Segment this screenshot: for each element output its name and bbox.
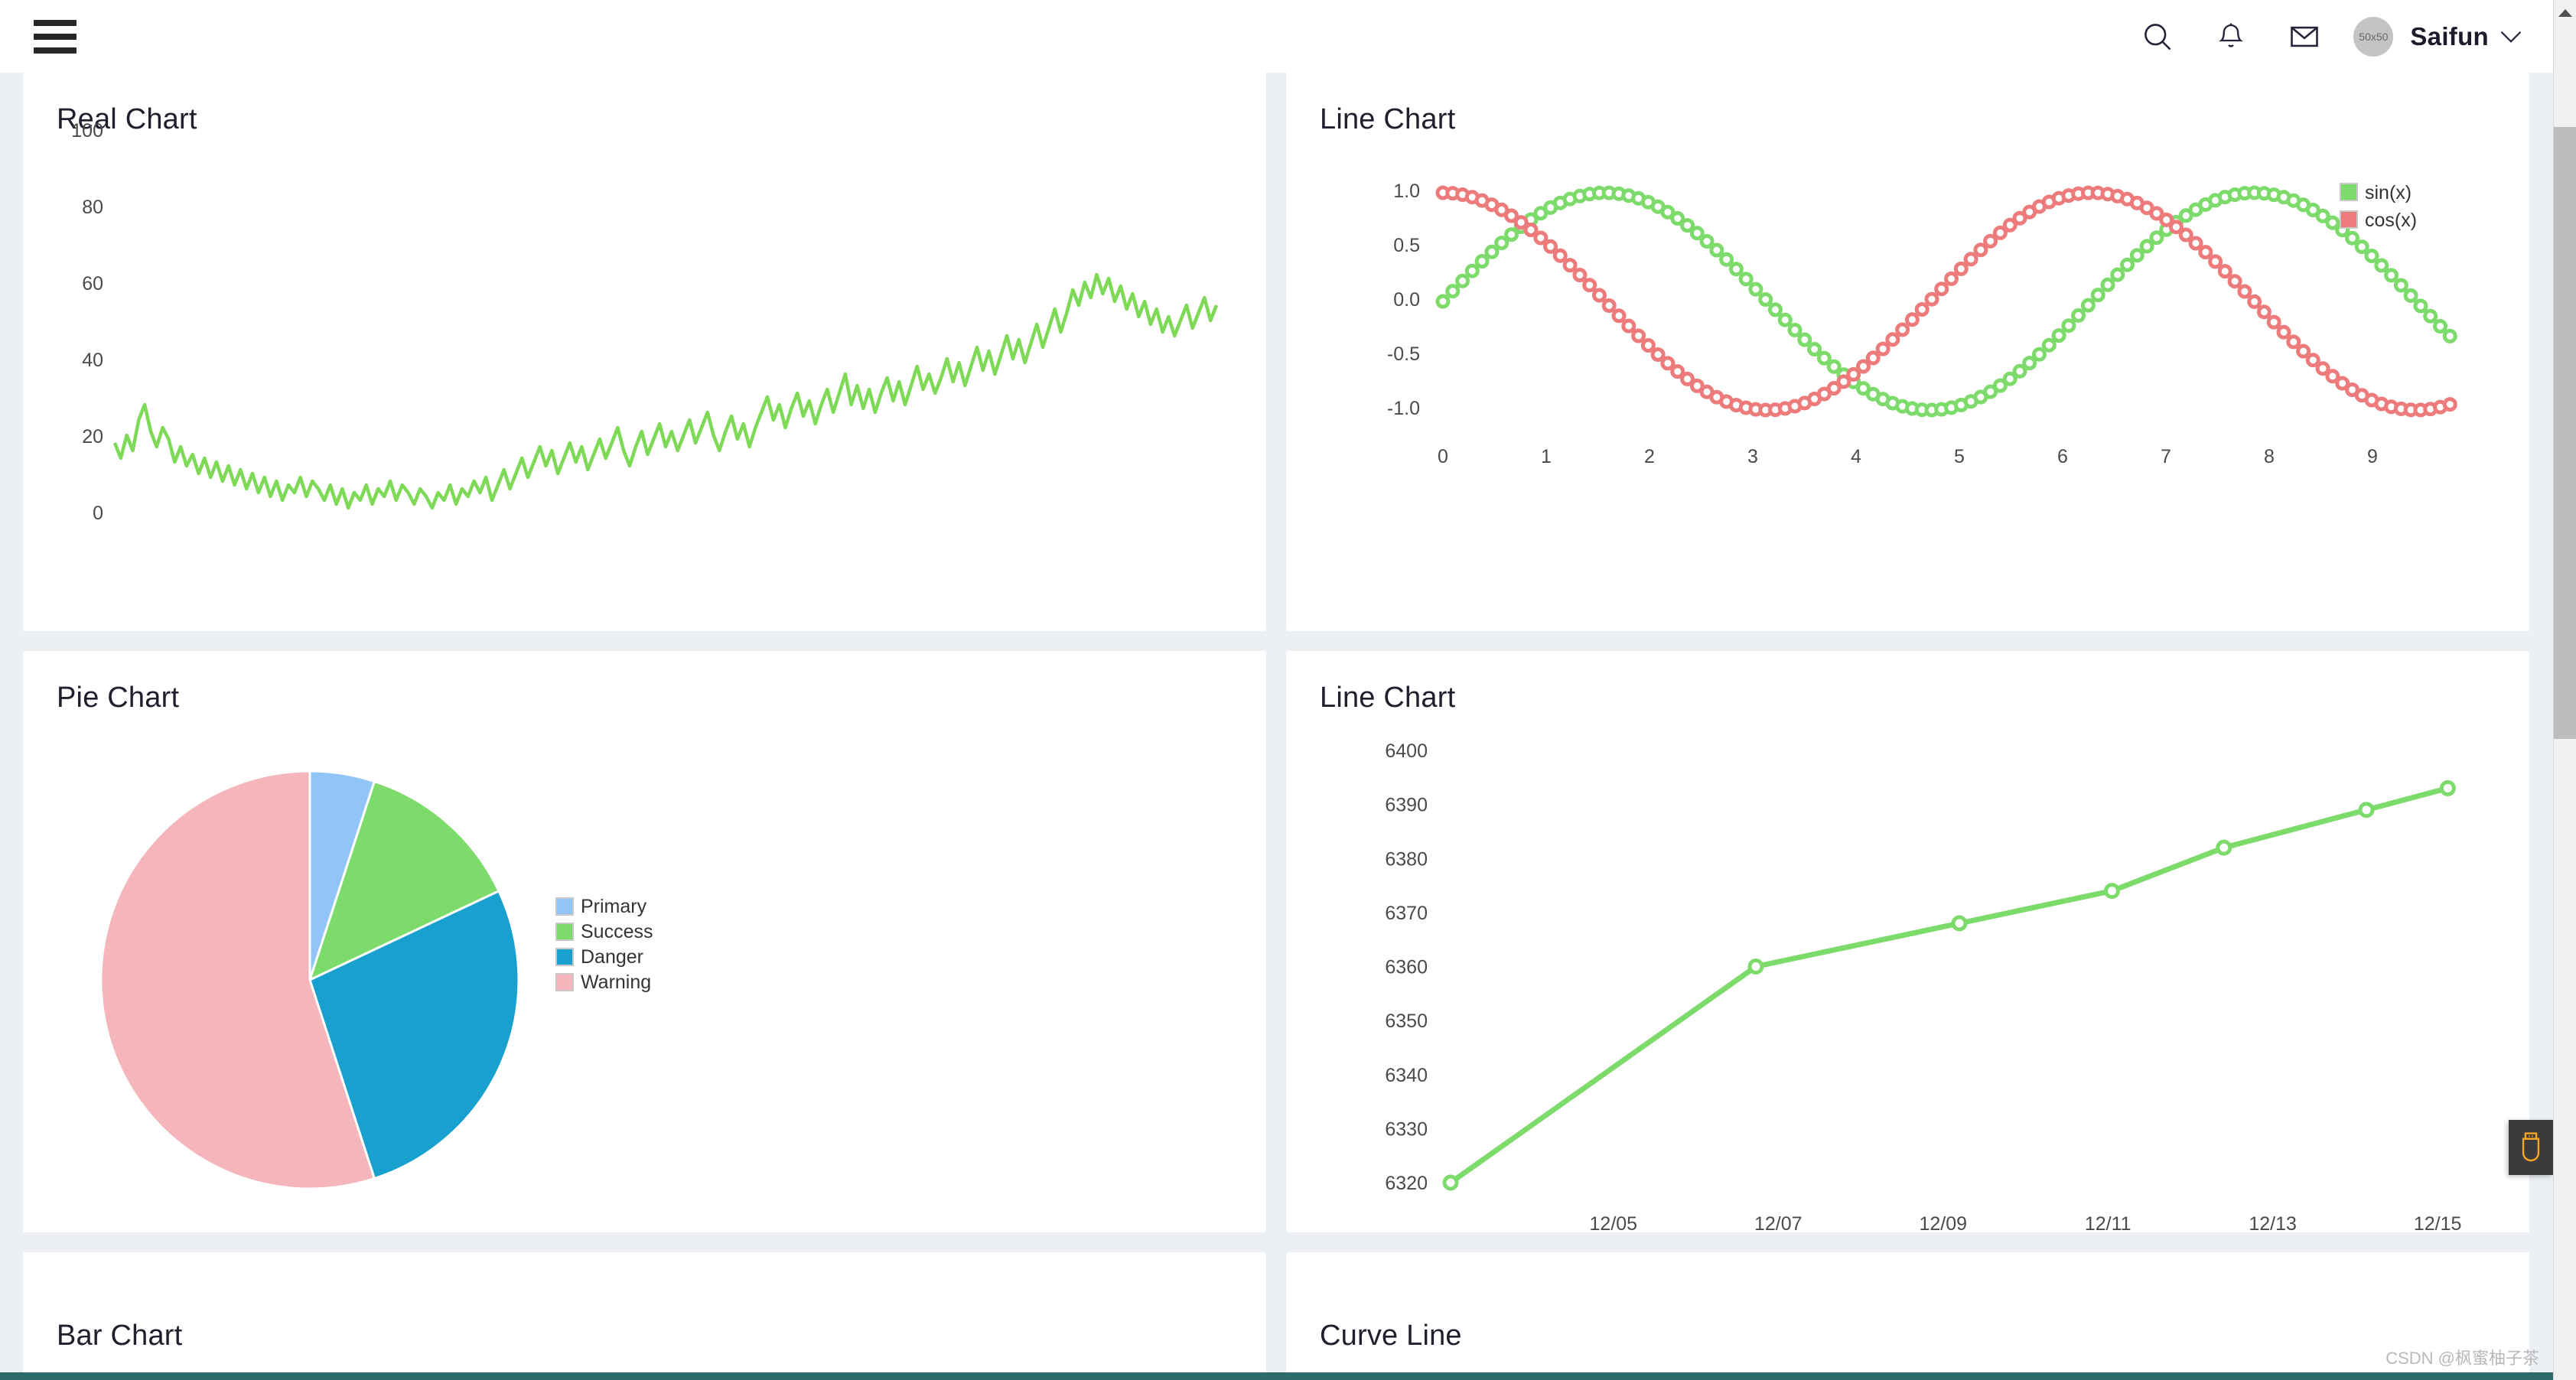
watermark: CSDN @枫蜜柚子茶 <box>2385 1349 2539 1368</box>
card-line-chart-dates: Line Chart 6400 6390 6380 6370 6360 6350 6340 6… <box>1286 651 2529 1232</box>
pie-slices <box>99 770 520 1190</box>
svg-text:3: 3 <box>1747 446 1758 467</box>
dashboard-content: Real Chart 100 80 60 40 20 0 Line Chart <box>0 73 2553 1380</box>
svg-text:Warning: Warning <box>581 972 651 993</box>
card-title: Curve Line <box>1320 1320 1462 1352</box>
usb-drive-icon[interactable] <box>2509 1120 2553 1175</box>
avatar[interactable]: 50x50 <box>2353 16 2394 57</box>
real-chart-line <box>112 272 1219 510</box>
chart-row-1: Real Chart 100 80 60 40 20 0 Line Chart <box>0 73 2553 631</box>
svg-text:12/13: 12/13 <box>2249 1213 2297 1232</box>
date-chart-markers <box>1442 780 2456 1191</box>
svg-text:7: 7 <box>2161 446 2171 467</box>
svg-text:6: 6 <box>2057 446 2068 467</box>
trig-chart-plot: 1.0 0.5 0.0 -0.5 -1.0 0 1 2 3 4 5 6 7 8 9 sin(x) … <box>1387 181 2457 467</box>
svg-text:60: 60 <box>82 273 103 295</box>
user-name[interactable]: Saifun <box>2410 22 2489 51</box>
svg-text:100: 100 <box>71 120 103 142</box>
pie-legend: Primary Success Danger Warning <box>555 896 653 993</box>
svg-text:6340: 6340 <box>1385 1065 1428 1086</box>
svg-text:-0.5: -0.5 <box>1387 343 1420 365</box>
svg-text:6360: 6360 <box>1385 957 1428 978</box>
svg-text:1.0: 1.0 <box>1393 181 1420 202</box>
svg-text:80: 80 <box>82 197 103 218</box>
svg-text:6330: 6330 <box>1385 1118 1428 1140</box>
svg-text:-1.0: -1.0 <box>1387 398 1420 419</box>
real-chart-yticks: 100 80 60 40 20 0 <box>71 120 103 524</box>
card-line-chart-trig: Line Chart 1.0 0.5 0.0 -0.5 -1.0 0123456… <box>1286 73 2529 631</box>
card-bar-chart: Bar Chart <box>23 1252 1266 1380</box>
svg-text:6370: 6370 <box>1385 903 1428 924</box>
svg-text:0.0: 0.0 <box>1393 289 1420 311</box>
svg-text:0: 0 <box>93 503 103 524</box>
search-icon[interactable] <box>2121 0 2194 73</box>
menu-bar-3 <box>34 47 77 54</box>
svg-text:12/05: 12/05 <box>1590 1213 1638 1232</box>
svg-text:40: 40 <box>82 350 103 371</box>
chart-row-3: Bar Chart Curve Line <box>0 1252 2553 1380</box>
trig-chart-yticks: 1.0 0.5 0.0 -0.5 -1.0 <box>1387 181 1420 419</box>
svg-text:sin(x): sin(x) <box>2365 182 2412 203</box>
menu-bar-1 <box>34 19 77 26</box>
mail-icon[interactable] <box>2268 0 2341 73</box>
date-chart-plot: 6400 6390 6380 6370 6360 6350 6340 6330 6320 12/… <box>1385 740 2462 1232</box>
svg-text:0: 0 <box>1438 446 1448 467</box>
header-actions: 50x50 Saifun <box>2121 0 2522 73</box>
menu-toggle-icon[interactable] <box>34 19 77 54</box>
svg-text:20: 20 <box>82 426 103 448</box>
menu-bar-2 <box>34 33 77 40</box>
chart-row-2: Pie Chart Primary Success Danger Warning Li… <box>0 651 2553 1232</box>
svg-text:6390: 6390 <box>1385 795 1428 816</box>
svg-text:6400: 6400 <box>1385 740 1428 762</box>
svg-text:4: 4 <box>1851 446 1861 467</box>
date-chart-yticks: 6400 6390 6380 6370 6360 6350 6340 6330 6320 <box>1385 740 1428 1194</box>
svg-text:12/07: 12/07 <box>1754 1213 1803 1232</box>
svg-text:12/09: 12/09 <box>1919 1213 1967 1232</box>
trig-chart-xticks: 0 1 2 3 4 5 6 7 8 9 <box>1438 446 2378 467</box>
svg-text:8: 8 <box>2264 446 2275 467</box>
svg-text:12/15: 12/15 <box>2414 1213 2462 1232</box>
dashboard-page: 50x50 Saifun Real Chart 100 80 60 40 20 … <box>0 0 2576 1380</box>
svg-text:Primary: Primary <box>581 896 647 917</box>
top-header: 50x50 Saifun <box>0 0 2553 73</box>
svg-text:9: 9 <box>2367 446 2378 467</box>
svg-text:cos(x): cos(x) <box>2365 210 2417 231</box>
svg-text:12/11: 12/11 <box>2085 1213 2131 1232</box>
svg-text:6350: 6350 <box>1385 1011 1428 1032</box>
svg-text:6380: 6380 <box>1385 848 1428 870</box>
pie-chart-plot: Primary Success Danger Warning <box>99 770 653 1190</box>
svg-text:1: 1 <box>1541 446 1552 467</box>
card-real-chart: Real Chart 100 80 60 40 20 0 <box>23 73 1266 631</box>
chevron-down-icon[interactable] <box>2499 29 2522 44</box>
scrollbar-thumb[interactable] <box>2554 127 2576 739</box>
card-curve-line: Curve Line <box>1286 1252 2529 1380</box>
svg-text:2: 2 <box>1644 446 1655 467</box>
bell-icon[interactable] <box>2194 0 2268 73</box>
svg-text:0.5: 0.5 <box>1393 235 1420 256</box>
card-title: Bar Chart <box>57 1320 183 1352</box>
page-scrollbar[interactable] <box>2553 0 2576 1380</box>
card-pie-chart: Pie Chart Primary Success Danger Warning <box>23 651 1266 1232</box>
real-chart-plot: 100 80 60 40 20 0 <box>71 120 1219 524</box>
svg-text:Danger: Danger <box>581 946 643 968</box>
svg-text:6320: 6320 <box>1385 1173 1428 1194</box>
bottom-accent-bar <box>0 1372 2553 1380</box>
date-chart-xticks: 12/05 12/07 12/09 12/11 12/13 12/15 <box>1590 1213 2462 1232</box>
trig-chart-series <box>1435 185 2457 418</box>
date-chart-line <box>1448 786 2449 1185</box>
trig-chart-legend: sin(x) cos(x) <box>2340 182 2417 231</box>
svg-text:5: 5 <box>1954 446 1965 467</box>
scroll-up-arrow-icon[interactable] <box>2554 0 2576 26</box>
svg-text:Success: Success <box>581 921 653 942</box>
